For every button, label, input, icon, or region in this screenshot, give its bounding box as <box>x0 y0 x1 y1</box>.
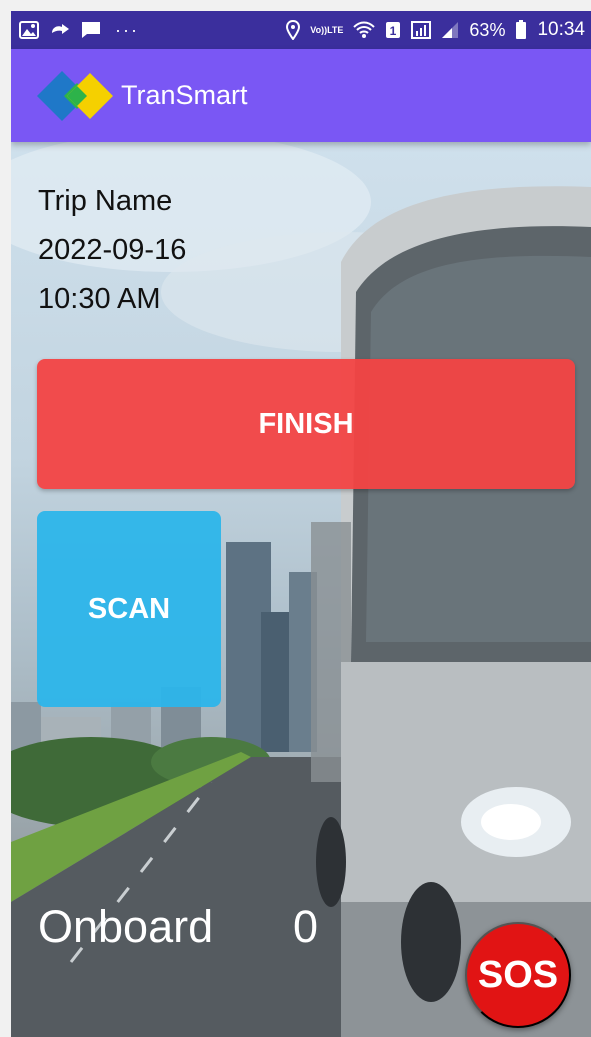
status-bar: ··· Vo)) LTE 1 63% 10:34 <box>11 11 591 49</box>
more-notifications-icon: ··· <box>115 19 139 40</box>
trip-time: 10:30 AM <box>38 283 161 315</box>
volte-top-text: Vo)) <box>310 24 328 35</box>
onboard-label: Onboard <box>38 901 214 952</box>
volte-icon: Vo)) LTE <box>310 24 344 35</box>
call-forward-icon <box>49 21 71 39</box>
network-icon <box>411 21 432 39</box>
status-left-icons: ··· <box>19 20 139 41</box>
svg-text:1: 1 <box>390 24 397 38</box>
app-title: TranSmart <box>121 80 248 110</box>
trip-info: Trip Name 2022-09-16 10:30 AM <box>38 177 186 324</box>
transmart-logo <box>37 70 117 121</box>
finish-button[interactable]: FINISH <box>37 359 575 489</box>
onboard-count: 0 <box>293 901 319 952</box>
trip-date: 2022-09-16 <box>38 234 187 266</box>
sos-button[interactable]: SOS <box>465 922 571 1028</box>
location-icon <box>286 20 301 40</box>
wifi-icon <box>353 21 376 39</box>
gallery-icon <box>19 21 39 39</box>
trip-name: Trip Name <box>38 185 173 217</box>
volte-bottom-text: LTE <box>327 24 344 35</box>
clock: 10:34 <box>537 19 585 40</box>
app-bar: TranSmart <box>11 49 591 142</box>
battery-icon <box>515 20 527 40</box>
app-screen: ··· Vo)) LTE 1 63% 10:34 TranSmart Trip … <box>11 11 591 1037</box>
scan-button[interactable]: SCAN <box>37 511 221 707</box>
sim-icon: 1 <box>385 21 401 39</box>
status-right-icons: Vo)) LTE 1 63% 10:34 <box>286 19 585 41</box>
signal-icon <box>441 21 459 39</box>
battery-percent: 63% <box>469 19 506 40</box>
message-icon <box>81 21 101 39</box>
